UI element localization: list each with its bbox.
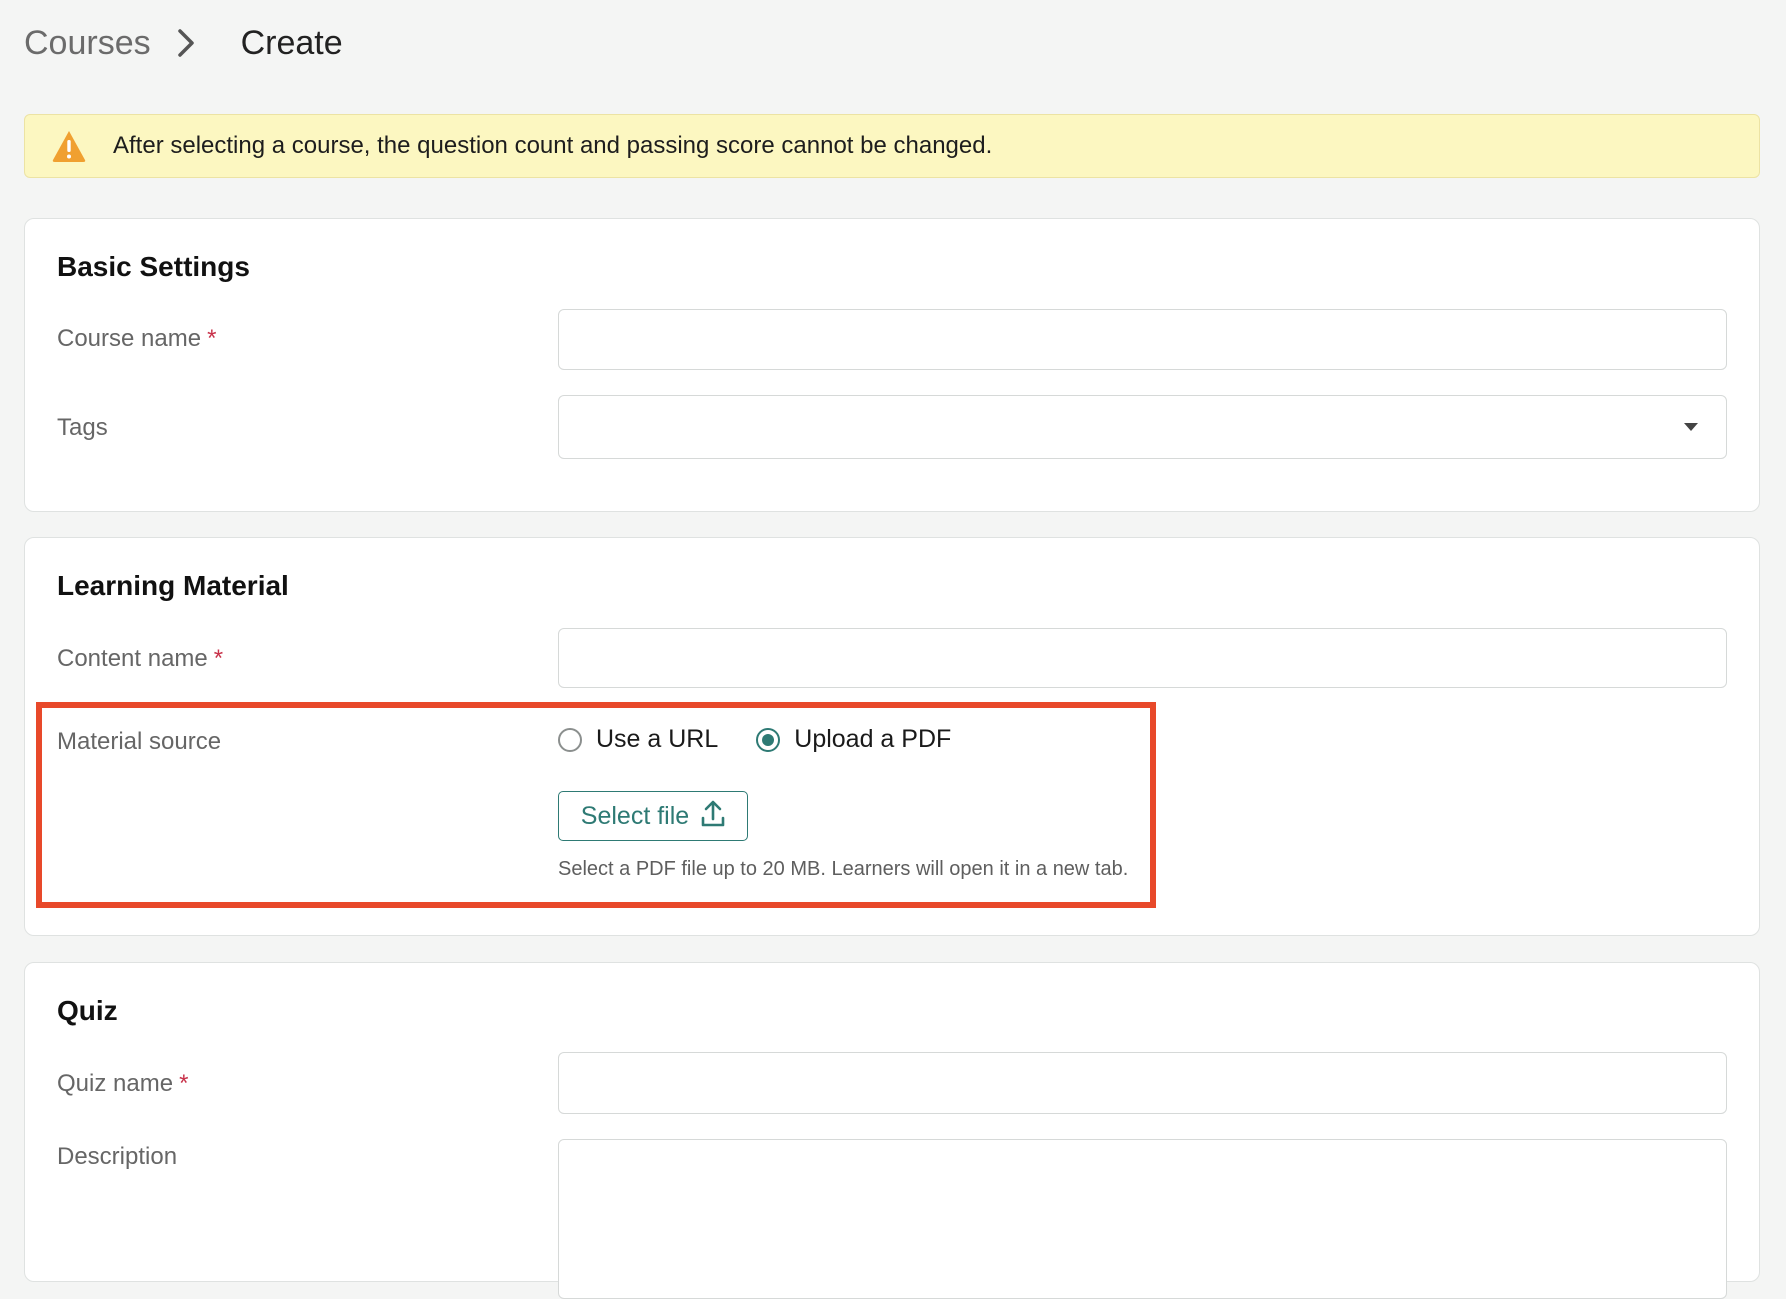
select-file-button[interactable]: Select file <box>558 791 748 841</box>
course-name-input[interactable] <box>558 309 1727 370</box>
required-mark: * <box>213 645 224 672</box>
content-name-label: Content name * <box>57 645 223 673</box>
basic-settings-title: Basic Settings <box>57 251 250 282</box>
quiz-title: Quiz <box>57 995 118 1026</box>
chevron-right-icon <box>175 28 205 58</box>
select-file-label: Select file <box>580 801 690 830</box>
course-name-label-text: Course name <box>57 325 202 352</box>
upload-pdf-radio[interactable] <box>756 727 781 752</box>
warning-alert: After selecting a course, the question c… <box>24 114 1760 178</box>
learning-material-card: Learning Material Content name * Material… <box>24 537 1760 936</box>
required-mark: * <box>207 325 217 352</box>
breadcrumb-courses-link[interactable]: Courses <box>24 24 151 63</box>
description-label: Description <box>57 1143 178 1170</box>
breadcrumb: Courses Create <box>24 18 343 68</box>
page-title: Create <box>240 23 343 62</box>
material-source-label: Material source <box>57 728 222 755</box>
material-source-radio-group: Use a URL Upload a PDF <box>558 725 989 754</box>
use-url-label: Use a URL <box>596 725 719 753</box>
quiz-name-input[interactable] <box>558 1052 1727 1114</box>
basic-settings-card: Basic Settings Course name * Tags <box>24 218 1760 512</box>
use-url-radio[interactable] <box>558 727 582 752</box>
learning-material-title: Learning Material <box>57 570 289 601</box>
upload-icon <box>701 799 725 834</box>
tags-select[interactable] <box>558 395 1727 459</box>
alert-text: After selecting a course, the question c… <box>113 132 993 159</box>
required-mark: * <box>179 1070 189 1097</box>
quiz-name-label-text: Quiz name <box>57 1070 174 1097</box>
content-name-input[interactable] <box>558 628 1727 688</box>
dropdown-caret-icon <box>1684 423 1698 431</box>
upload-pdf-option[interactable]: Upload a PDF <box>756 725 951 754</box>
course-name-label: Course name * <box>57 325 216 353</box>
content-name-label-text: Content name <box>57 645 208 672</box>
use-url-option[interactable]: Use a URL <box>558 725 718 754</box>
file-hint-text: Select a PDF file up to 20 MB. Learners … <box>558 858 1129 880</box>
quiz-card: Quiz Quiz name * Description <box>24 962 1760 1299</box>
upload-pdf-label: Upload a PDF <box>794 725 952 753</box>
tags-label: Tags <box>57 414 108 441</box>
description-textarea[interactable] <box>558 1139 1727 1299</box>
warning-icon <box>51 129 87 163</box>
quiz-name-label: Quiz name * <box>57 1070 188 1098</box>
